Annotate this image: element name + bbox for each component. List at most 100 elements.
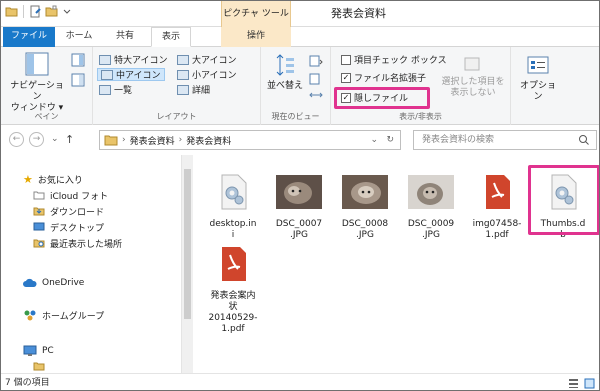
layout-item-label: 小アイコン bbox=[192, 71, 237, 81]
address-dropdown-icon[interactable]: ⌄ bbox=[370, 135, 378, 145]
breadcrumb-item[interactable]: 発表会資料 bbox=[186, 134, 231, 147]
toolbar-divider bbox=[23, 5, 24, 18]
nav-icloud-photos[interactable]: iCloud フォト bbox=[33, 187, 108, 203]
new-folder-icon[interactable] bbox=[45, 5, 58, 18]
nav-favorites[interactable]: ★ お気に入り bbox=[23, 171, 83, 187]
large-icons-toggle-icon[interactable] bbox=[584, 378, 595, 389]
thumbs-db-highlight bbox=[528, 165, 599, 235]
file-item[interactable]: desktop.in i bbox=[202, 173, 264, 241]
size-columns-icon[interactable] bbox=[309, 89, 323, 101]
file-name: img07458- bbox=[472, 219, 522, 229]
layout-medium-icons[interactable]: 中アイコン bbox=[97, 68, 165, 81]
forward-arrow-icon: → bbox=[32, 134, 41, 144]
options-label: オプション bbox=[519, 81, 556, 102]
details-pane-icon[interactable] bbox=[71, 73, 85, 87]
navigation-pane-scrollbar[interactable] bbox=[181, 155, 193, 373]
settings-file-icon bbox=[221, 174, 247, 210]
options-icon bbox=[527, 56, 549, 74]
file-name: .JPG bbox=[422, 230, 440, 240]
breadcrumb-separator-icon: › bbox=[178, 135, 183, 145]
add-columns-icon[interactable] bbox=[309, 73, 323, 85]
show-hide-group-label: 表示/非表示 bbox=[399, 112, 442, 121]
ribbon: ナビゲーション ウィンドウ ▾ ペイン 特大アイコン 大アイコン 中アイコン 小… bbox=[1, 47, 599, 125]
layout-group-label: レイアウト bbox=[156, 112, 197, 121]
forward-button[interactable]: → bbox=[29, 132, 44, 147]
up-arrow-icon[interactable]: ↑ bbox=[65, 133, 74, 146]
download-folder-icon bbox=[33, 207, 45, 216]
item-checkboxes-toggle[interactable]: 項目チェック ボックス bbox=[341, 53, 447, 66]
current-view-group-label: 現在のビュー bbox=[271, 112, 320, 121]
tab-share[interactable]: 共有 bbox=[105, 27, 145, 47]
file-name: .JPG bbox=[356, 230, 374, 240]
navigation-pane-button[interactable]: ナビゲーション ウィンドウ ▾ bbox=[7, 51, 67, 114]
layout-extra-large-icons[interactable]: 特大アイコン bbox=[99, 53, 168, 66]
properties-icon[interactable] bbox=[29, 5, 42, 18]
hide-selected-label-1: 選択した項目を bbox=[441, 77, 505, 87]
file-item[interactable]: 発表会案内 状 20140529- 1.pdf bbox=[202, 245, 264, 335]
nav-pc[interactable]: PC bbox=[23, 343, 54, 359]
large-icons-view-icon bbox=[99, 54, 111, 65]
layout-details[interactable]: 詳細 bbox=[177, 83, 210, 96]
item-checkboxes-label: 項目チェック ボックス bbox=[354, 56, 447, 66]
nav-downloads[interactable]: ダウンロード bbox=[33, 203, 104, 219]
options-button[interactable]: オプション bbox=[516, 55, 560, 103]
contextual-tab-group-label: ピクチャ ツール bbox=[221, 1, 291, 27]
pane-group-label: ペイン bbox=[34, 112, 59, 121]
breadcrumb-item[interactable]: 発表会資料 bbox=[130, 134, 175, 147]
nav-onedrive[interactable]: OneDrive bbox=[23, 275, 84, 291]
recent-places-icon bbox=[33, 239, 45, 248]
layout-item-label: 特大アイコン bbox=[114, 56, 168, 66]
list-view-icon bbox=[99, 84, 111, 95]
file-item[interactable]: DSC_0009 .JPG bbox=[400, 173, 462, 241]
breadcrumb-separator-icon: › bbox=[122, 135, 126, 145]
tab-file[interactable]: ファイル bbox=[3, 27, 55, 47]
address-bar[interactable]: › 発表会資料 › 発表会資料 ⌄ ↻ bbox=[99, 130, 401, 150]
folder-icon bbox=[33, 191, 45, 200]
details-view-toggle-icon[interactable] bbox=[568, 378, 579, 389]
pdf-file-icon bbox=[486, 175, 510, 209]
navigation-pane-icon bbox=[25, 52, 49, 76]
scrollbar-thumb[interactable] bbox=[184, 169, 191, 319]
details-view-icon bbox=[177, 84, 189, 95]
file-extensions-toggle[interactable]: ✓ ファイル名拡張子 bbox=[341, 71, 426, 84]
file-name: 1.pdf bbox=[221, 324, 245, 334]
folder-icon bbox=[5, 7, 18, 17]
nav-recent-places[interactable]: 最近表示した場所 bbox=[33, 235, 122, 251]
file-item[interactable]: DSC_0007 .JPG bbox=[268, 173, 330, 241]
medium-icons-view-icon bbox=[101, 69, 113, 80]
nav-homegroup[interactable]: ホームグループ bbox=[23, 307, 104, 323]
folder-icon bbox=[33, 362, 45, 371]
large-icons-view-icon bbox=[177, 54, 189, 65]
back-arrow-icon: ← bbox=[12, 134, 21, 144]
refresh-icon[interactable]: ↻ bbox=[386, 135, 394, 145]
tab-home[interactable]: ホーム bbox=[59, 27, 99, 47]
item-count: 7 個の項目 bbox=[5, 378, 50, 388]
layout-large-icons[interactable]: 大アイコン bbox=[177, 53, 237, 66]
file-extensions-checkbox[interactable]: ✓ bbox=[341, 72, 351, 83]
hide-selected-items-button[interactable]: 選択した項目を 表示しない bbox=[441, 55, 505, 99]
nav-item-label: デスクトップ bbox=[50, 223, 105, 234]
file-item[interactable]: img07458- 1.pdf bbox=[466, 173, 528, 241]
search-box[interactable]: 発表会資料の検索 bbox=[413, 130, 597, 150]
file-name: i bbox=[231, 230, 235, 240]
layout-small-icons[interactable]: 小アイコン bbox=[177, 68, 237, 81]
recent-locations-chevron-icon[interactable]: ⌄ bbox=[51, 134, 59, 144]
file-item[interactable]: DSC_0008 .JPG bbox=[334, 173, 396, 241]
layout-list[interactable]: 一覧 bbox=[99, 83, 132, 96]
tab-manage[interactable]: 操作 bbox=[221, 27, 291, 47]
back-button[interactable]: ← bbox=[9, 132, 24, 147]
tab-view[interactable]: 表示 bbox=[151, 27, 191, 47]
group-by-icon[interactable] bbox=[309, 55, 323, 67]
sort-icon bbox=[276, 54, 294, 76]
nav-pc-child-cut-off bbox=[33, 361, 93, 373]
quick-access-toolbar bbox=[5, 5, 74, 18]
ribbon-tabs: ファイル ホーム 共有 表示 操作 bbox=[1, 27, 599, 47]
address-toolbar: ← → ⌄ ↑ › 発表会資料 › 発表会資料 ⌄ ↻ 発表会資料の検索 bbox=[1, 125, 599, 155]
nav-desktop[interactable]: デスクトップ bbox=[33, 219, 104, 235]
preview-pane-icon[interactable] bbox=[71, 53, 85, 67]
sort-by-button[interactable]: 並べ替え bbox=[265, 53, 305, 92]
file-name: DSC_0009 bbox=[407, 219, 455, 229]
customize-chevron-icon[interactable] bbox=[61, 5, 74, 18]
item-checkboxes-checkbox[interactable] bbox=[341, 54, 351, 65]
layout-item-label: 中アイコン bbox=[116, 71, 161, 81]
